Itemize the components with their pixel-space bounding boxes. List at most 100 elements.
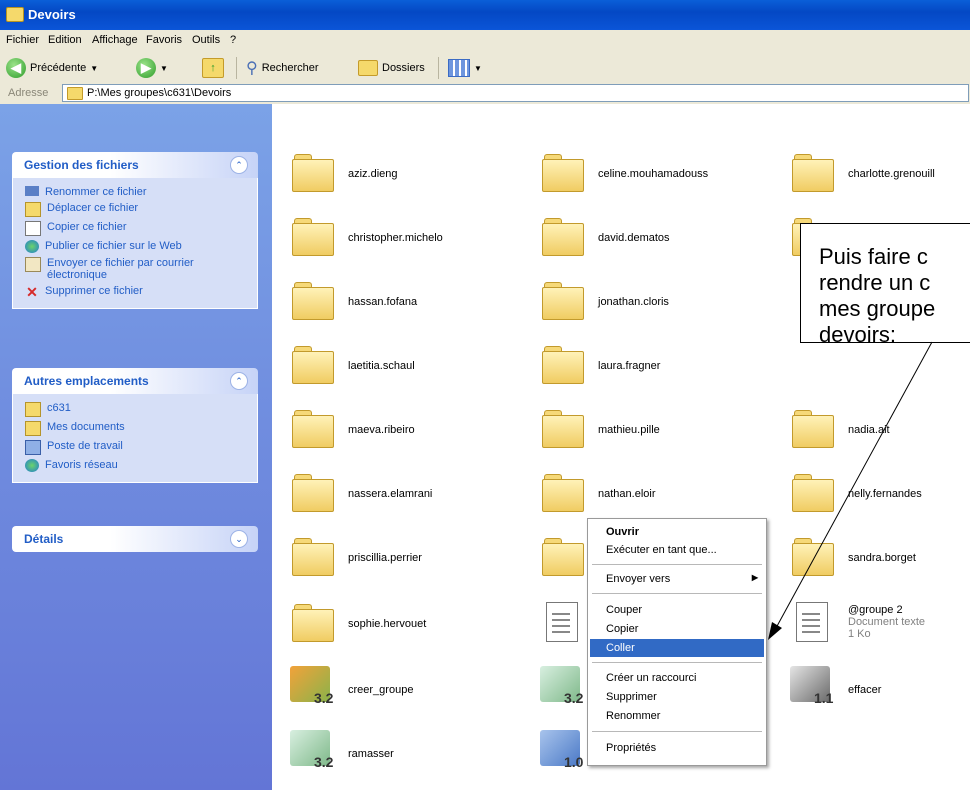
address-label: Adresse bbox=[8, 87, 49, 99]
menu-item-delete[interactable]: Supprimer bbox=[590, 688, 764, 706]
menu-item-shortcut[interactable]: Créer un raccourci bbox=[590, 669, 764, 687]
place-network[interactable]: Favoris réseau bbox=[13, 457, 257, 474]
folder-item[interactable]: nassera.elamrani bbox=[280, 468, 520, 518]
task-move[interactable]: Déplacer ce fichier bbox=[13, 200, 257, 219]
task-email[interactable]: Envoyer ce fichier par courrier électron… bbox=[13, 255, 257, 283]
folder-icon bbox=[292, 410, 334, 448]
app-item[interactable]: 3.2 creer_groupe bbox=[280, 664, 520, 714]
menu-fichier[interactable]: Fichier bbox=[6, 34, 39, 46]
item-label: maeva.ribeiro bbox=[348, 424, 415, 436]
folder-item[interactable]: laetitia.schaul bbox=[280, 340, 520, 390]
up-button[interactable]: ↑ bbox=[202, 58, 224, 78]
details-header[interactable]: Détails ⌄ bbox=[12, 526, 258, 552]
forward-button[interactable]: ▶ ▼ bbox=[136, 58, 168, 78]
place-label: c631 bbox=[47, 402, 71, 414]
folder-item[interactable]: aziz.dieng bbox=[280, 148, 520, 198]
item-label: sandra.borget bbox=[848, 552, 916, 564]
item-label: ramasser bbox=[348, 748, 394, 760]
menu-edition[interactable]: Edition bbox=[48, 34, 82, 46]
folder-icon bbox=[292, 604, 334, 642]
panel-title: Détails bbox=[24, 532, 64, 546]
app-item[interactable]: 1.1 effacer bbox=[780, 664, 970, 714]
back-label: Précédente bbox=[30, 62, 87, 74]
search-label: Rechercher bbox=[261, 62, 319, 74]
collect-documents-icon: 3.2 bbox=[288, 728, 336, 772]
folders-button[interactable]: Dossiers bbox=[358, 58, 425, 78]
folder-icon bbox=[542, 282, 584, 320]
folder-item[interactable]: nelly.fernandes bbox=[780, 468, 970, 518]
views-button[interactable]: ▼ bbox=[448, 58, 482, 78]
place-label: Mes documents bbox=[47, 421, 125, 433]
place-my-documents[interactable]: Mes documents bbox=[13, 419, 257, 438]
folder-item[interactable]: laura.fragner bbox=[530, 340, 770, 390]
folder-item[interactable]: sandra.borget bbox=[780, 532, 970, 582]
task-rename[interactable]: Renommer ce fichier bbox=[13, 184, 257, 200]
place-my-computer[interactable]: Poste de travail bbox=[13, 438, 257, 457]
menu-item-copy[interactable]: Copier bbox=[590, 620, 764, 638]
back-button[interactable]: ◀ Précédente ▼ bbox=[6, 58, 98, 78]
folder-item[interactable]: sophie.hervouet bbox=[280, 598, 520, 648]
item-label: creer_groupe bbox=[348, 684, 414, 696]
rename-icon bbox=[25, 186, 39, 196]
menu-item-rename[interactable]: Renommer bbox=[590, 707, 764, 725]
menu-item-paste[interactable]: Coller bbox=[590, 639, 764, 657]
folder-item[interactable]: celine.mouhamadouss bbox=[530, 148, 770, 198]
text-file-item[interactable]: @groupe 2 Document texte 1 Ko bbox=[780, 598, 970, 648]
folder-item[interactable]: christopher.michelo bbox=[280, 212, 520, 262]
mail-icon bbox=[25, 257, 41, 272]
annotation-text: Puis faire c rendre un c mes groupe devo… bbox=[819, 244, 936, 347]
menu-help[interactable]: ? bbox=[230, 34, 236, 46]
dropdown-arrow-icon: ▼ bbox=[474, 63, 482, 73]
menu-separator bbox=[592, 731, 762, 732]
forward-arrow-icon: ▶ bbox=[136, 58, 156, 78]
menu-separator bbox=[592, 593, 762, 594]
item-size: 1 Ko bbox=[848, 628, 871, 640]
expand-icon[interactable]: ⌄ bbox=[230, 530, 248, 548]
folder-icon bbox=[542, 346, 584, 384]
task-copy[interactable]: Copier ce fichier bbox=[13, 219, 257, 238]
folder-item[interactable]: hassan.fofana bbox=[280, 276, 520, 326]
copy-documents-icon: 3.2 bbox=[538, 664, 586, 708]
folder-item[interactable]: priscillia.perrier bbox=[280, 532, 520, 582]
menu-item-open[interactable]: Ouvrir bbox=[590, 523, 764, 541]
folder-item[interactable]: david.dematos bbox=[530, 212, 770, 262]
menu-item-send-to[interactable]: Envoyer vers ▶ bbox=[590, 570, 764, 588]
item-label: aziz.dieng bbox=[348, 168, 398, 180]
item-label: mathieu.pille bbox=[598, 424, 660, 436]
menu-outils[interactable]: Outils bbox=[192, 34, 220, 46]
task-delete[interactable]: ✕ Supprimer ce fichier bbox=[13, 283, 257, 300]
search-icon: ⚲ bbox=[246, 60, 258, 77]
menu-item-run-as[interactable]: Exécuter en tant que... bbox=[590, 541, 764, 559]
collapse-icon[interactable]: ⌃ bbox=[230, 156, 248, 174]
menu-item-cut[interactable]: Couper bbox=[590, 601, 764, 619]
app-item[interactable]: 3.2 ramasser bbox=[280, 728, 520, 778]
address-field[interactable]: P:\Mes groupes\c631\Devoirs bbox=[62, 84, 969, 102]
search-button[interactable]: ⚲ Rechercher bbox=[246, 58, 319, 78]
place-c631[interactable]: c631 bbox=[13, 400, 257, 419]
folder-item[interactable]: nathan.eloir bbox=[530, 468, 770, 518]
folder-item[interactable]: maeva.ribeiro bbox=[280, 404, 520, 454]
folder-item[interactable]: jonathan.cloris bbox=[530, 276, 770, 326]
menu-favoris[interactable]: Favoris bbox=[146, 34, 182, 46]
file-tasks-header[interactable]: Gestion des fichiers ⌃ bbox=[12, 152, 258, 178]
menu-affichage[interactable]: Affichage bbox=[92, 34, 138, 46]
item-label: nelly.fernandes bbox=[848, 488, 922, 500]
task-publish[interactable]: Publier ce fichier sur le Web bbox=[13, 238, 257, 255]
other-places-header[interactable]: Autres emplacements ⌃ bbox=[12, 368, 258, 394]
title-bar: Devoirs bbox=[0, 0, 970, 30]
collapse-icon[interactable]: ⌃ bbox=[230, 372, 248, 390]
dropdown-arrow-icon: ▼ bbox=[160, 63, 168, 73]
folder-item[interactable]: nadia.ait bbox=[780, 404, 970, 454]
folder-item[interactable]: charlotte.grenouill bbox=[780, 148, 970, 198]
delete-x-icon: ✕ bbox=[26, 283, 38, 300]
menu-separator bbox=[592, 564, 762, 565]
item-label: laura.fragner bbox=[598, 360, 661, 372]
text-document-icon bbox=[546, 602, 578, 642]
folder-icon bbox=[67, 87, 83, 100]
item-label: celine.mouhamadouss bbox=[598, 168, 709, 180]
task-label: Supprimer ce fichier bbox=[45, 285, 143, 297]
folder-icon bbox=[292, 154, 334, 192]
folder-item[interactable]: mathieu.pille bbox=[530, 404, 770, 454]
menu-item-properties[interactable]: Propriétés bbox=[590, 739, 764, 757]
item-label: nassera.elamrani bbox=[348, 488, 433, 500]
